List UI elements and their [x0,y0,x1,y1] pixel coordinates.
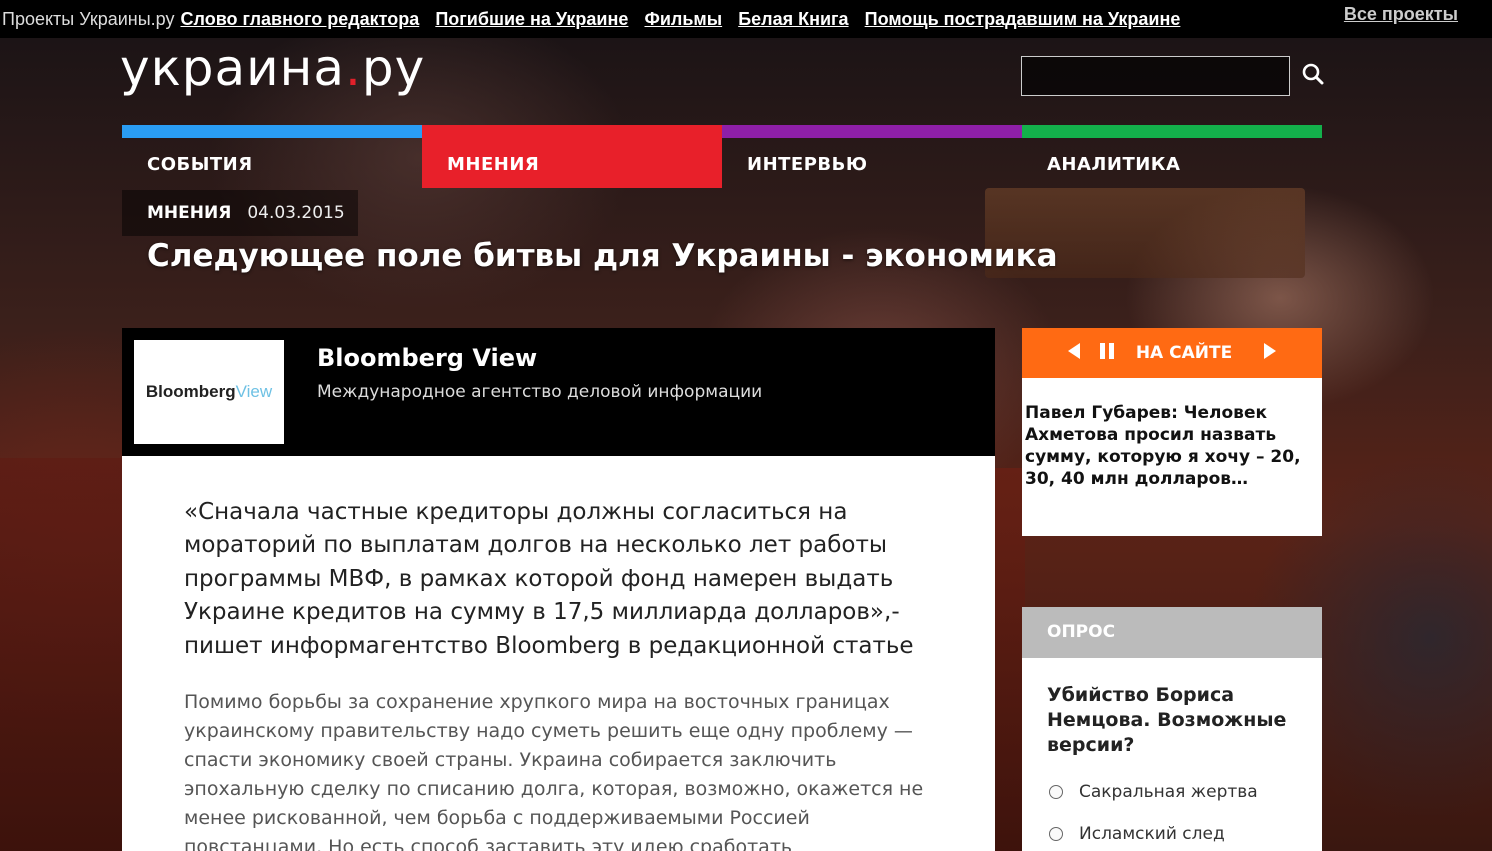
article-lead: «Сначала частные кредиторы должны соглас… [184,499,914,659]
nav-item-events[interactable]: СОБЫТИЯ [122,125,422,188]
search-icon [1302,63,1324,84]
onsite-title: НА САЙТЕ [1135,343,1233,363]
nav-item-label: ИНТЕРВЬЮ [747,154,868,175]
logo-dot: . [345,39,362,97]
source-box: Bloomberg View Bloomberg View Международн… [122,328,995,456]
projects-bar: Проекты Украины.ру Слово главного редакт… [0,0,1492,38]
project-link-films[interactable]: Фильмы [644,9,722,29]
onsite-widget-header: НА САЙТЕ [1022,328,1322,378]
background-decor [0,458,125,851]
poll-widget: Убийство Бориса Немцова. Возможные верси… [1022,658,1322,851]
main-nav: СОБЫТИЯ МНЕНИЯ ИНТЕРВЬЮ АНАЛИТИКА [122,125,1322,188]
article-meta: МНЕНИЯ 04.03.2015 [122,190,358,236]
nav-item-label: МНЕНИЯ [422,138,722,188]
onsite-widget-body: Павел Губарев: Человек Ахметова просил н… [1022,378,1322,536]
pause-button[interactable] [1098,341,1116,365]
article-content: «Сначала частные кредиторы должны соглас… [122,456,995,851]
source-logo[interactable]: Bloomberg View [134,340,284,444]
nav-item-label: АНАЛИТИКА [1047,154,1181,175]
article-date: 04.03.2015 [247,203,345,223]
radio-button[interactable] [1049,827,1063,841]
nav-color-bar [422,125,722,138]
background-decor [995,468,1025,851]
nav-color-bar [1022,125,1322,138]
all-projects-link[interactable]: Все проекты [1344,4,1458,25]
poll-option-label: Сакральная жертва [1079,782,1258,802]
nav-item-opinions[interactable]: МНЕНИЯ [422,125,722,188]
article-category[interactable]: МНЕНИЯ [147,203,231,223]
project-link-editor[interactable]: Слово главного редактора [181,9,420,29]
logo-main: украина [120,39,345,97]
project-link-fallen[interactable]: Погибшие на Украине [435,9,628,29]
search-button[interactable] [1298,60,1328,90]
next-button[interactable] [1262,341,1278,365]
projects-brand: Проекты Украины.ру [2,8,175,29]
poll-option-label: Исламский след [1079,824,1225,844]
search-input[interactable] [1021,56,1290,96]
nav-item-label: СОБЫТИЯ [147,154,253,175]
next-arrow-icon [1264,343,1277,359]
nav-color-bar [722,125,1022,138]
article-body: Помимо борьбы за сохранение хрупкого мир… [184,691,924,851]
source-description: Международное агентство деловой информац… [317,382,763,402]
source-logo-accent: View [235,382,273,401]
prev-arrow-icon [1067,343,1080,359]
project-link-help[interactable]: Помощь пострадавшим на Украине [865,9,1181,29]
nav-color-bar [122,125,422,138]
poll-option[interactable]: Исламский след [1047,824,1312,844]
poll-option[interactable]: Сакральная жертва [1047,782,1312,802]
onsite-news-link[interactable]: Павел Губарев: Человек Ахметова просил н… [1025,402,1318,490]
logo-suffix: ру [361,39,426,97]
article-headline: Следующее поле битвы для Украины - эконо… [147,238,1058,274]
prev-button[interactable] [1066,341,1082,365]
source-name[interactable]: Bloomberg View [317,344,537,372]
nav-item-interview[interactable]: ИНТЕРВЬЮ [722,125,1022,188]
projects-links: Слово главного редактора Погибшие на Укр… [181,9,1192,30]
nav-item-analytics[interactable]: АНАЛИТИКА [1022,125,1322,188]
pause-icon [1099,343,1114,359]
project-link-white-book[interactable]: Белая Книга [738,9,848,29]
site-logo[interactable]: украина.ру [120,38,425,98]
poll-title: ОПРОС [1022,607,1322,658]
source-logo-text: Bloomberg [145,382,236,401]
radio-button[interactable] [1049,785,1063,799]
poll-question: Убийство Бориса Немцова. Возможные верси… [1047,684,1287,756]
